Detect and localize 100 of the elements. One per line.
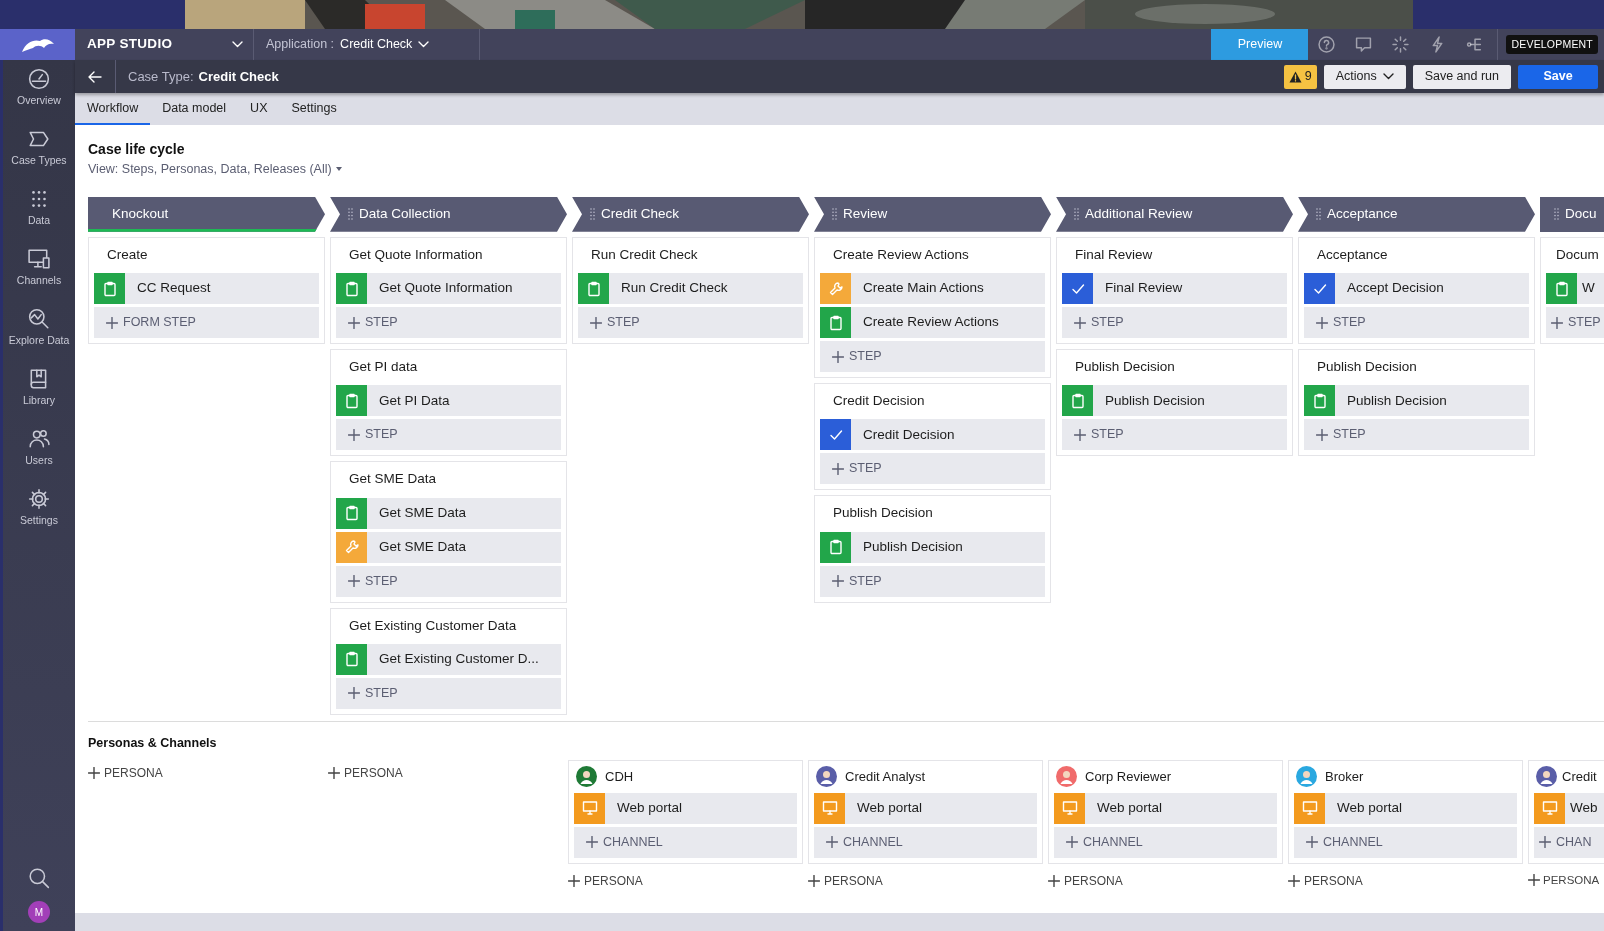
sidebar-item[interactable]: Users (3, 420, 75, 480)
save-button[interactable]: Save (1518, 64, 1598, 89)
add-step-button[interactable]: STEP (336, 677, 561, 709)
clipboard-icon (827, 539, 844, 555)
step-item[interactable]: Get SME Data (336, 497, 561, 529)
persona-name: Broker (1325, 768, 1364, 786)
add-step-button[interactable]: STEP (1062, 307, 1287, 338)
step-item[interactable]: Accept Decision (1304, 273, 1529, 304)
plus-icon (568, 874, 580, 887)
stage-header[interactable]: Credit Check (572, 196, 809, 232)
channel-item[interactable]: Web portal (814, 792, 1037, 824)
channel-item[interactable]: Web (1534, 792, 1604, 824)
plus-icon (832, 462, 844, 475)
app-switcher[interactable]: APP STUDIO (75, 29, 253, 60)
add-step-button[interactable]: FORM STEP (94, 307, 319, 338)
add-persona-button[interactable]: PERSONA (808, 867, 883, 894)
add-channel-button[interactable]: CHANNEL (814, 826, 1037, 858)
add-step-button[interactable]: STEP (1062, 419, 1287, 451)
add-step-button[interactable]: STEP (1546, 307, 1604, 338)
add-persona-button[interactable]: PERSONA (88, 759, 163, 786)
step-item[interactable]: Get Quote Information (336, 273, 561, 304)
tab[interactable]: Data model (150, 93, 239, 125)
step-item[interactable]: Credit Decision (820, 419, 1045, 451)
add-channel-button[interactable]: CHAN (1534, 826, 1604, 858)
monitor-icon (1301, 800, 1318, 817)
add-step-button[interactable]: STEP (1304, 419, 1529, 451)
step-item[interactable]: Get Existing Customer D... (336, 643, 561, 675)
process-title: Publish Decision (1316, 358, 1418, 376)
add-step-button[interactable]: STEP (336, 307, 561, 338)
process-title: Get SME Data (348, 470, 438, 489)
add-step-button[interactable]: STEP (336, 419, 561, 451)
plus-icon (348, 316, 360, 329)
add-step-button[interactable]: STEP (820, 453, 1045, 485)
plus-icon (586, 836, 598, 849)
step-item[interactable]: Create Review Actions (820, 307, 1045, 338)
actions-button[interactable]: Actions (1323, 64, 1406, 89)
stage-header[interactable]: Review (814, 196, 1051, 232)
add-persona-button[interactable]: PERSONA (328, 759, 403, 786)
tab[interactable]: UX (238, 93, 280, 125)
add-channel-button[interactable]: CHANNEL (574, 826, 797, 858)
add-persona-button[interactable]: PERSONA (1048, 867, 1123, 894)
user-avatar[interactable]: M (28, 901, 50, 923)
add-channel-button[interactable]: CHANNEL (1054, 826, 1277, 858)
step-item[interactable]: Final Review (1062, 273, 1287, 304)
step-item[interactable]: CC Request (94, 273, 319, 304)
channel-item[interactable]: Web portal (574, 792, 797, 824)
add-persona-button[interactable]: PERSONA (1528, 867, 1600, 893)
save-and-run-button[interactable]: Save and run (1412, 64, 1511, 89)
add-step-button[interactable]: STEP (1304, 307, 1529, 338)
step-item[interactable]: Get SME Data (336, 531, 561, 563)
sidebar-item[interactable]: Case Types (3, 120, 75, 180)
add-step-button[interactable]: STEP (820, 565, 1045, 597)
process-title: Create (106, 245, 149, 264)
step-item[interactable]: Publish Decision (820, 531, 1045, 563)
drag-handle-icon (590, 208, 595, 221)
stage-header[interactable]: Data Collection (330, 196, 567, 232)
process-title: Create Review Actions (832, 245, 970, 264)
step-item[interactable]: Run Credit Check (578, 273, 803, 304)
tab[interactable]: Settings (279, 93, 349, 125)
step-item[interactable]: Get PI Data (336, 385, 561, 417)
stage-header[interactable]: Knockout (88, 196, 325, 232)
monitor-icon (581, 800, 598, 817)
persona-name: Corp Reviewer (1085, 768, 1171, 786)
sidebar-item[interactable]: Library (3, 360, 75, 420)
add-channel-button[interactable]: CHANNEL (1294, 826, 1517, 858)
step-item[interactable]: W (1546, 273, 1604, 304)
process-title: Acceptance (1316, 245, 1389, 264)
channel-item[interactable]: Web portal (1294, 792, 1517, 824)
section-title: Case life cycle (88, 140, 186, 159)
clipboard-icon (585, 280, 602, 297)
step-item[interactable]: Publish Decision (1304, 385, 1529, 417)
step-item[interactable]: Create Main Actions (820, 273, 1045, 304)
stage-header[interactable]: Additional Review (1056, 196, 1293, 232)
environment-badge: DEVELOPMENT (1506, 34, 1598, 55)
chart-search-icon (28, 308, 50, 330)
stage-header[interactable]: Acceptance (1298, 196, 1535, 232)
tab[interactable]: Workflow (75, 93, 151, 125)
clipboard-icon (343, 392, 360, 409)
logo-icon (19, 36, 56, 53)
step-item[interactable]: Publish Decision (1062, 385, 1287, 417)
search-icon[interactable] (28, 867, 50, 889)
application-selector[interactable]: Application : Credit Check (254, 29, 480, 60)
sidebar-item[interactable]: Overview (3, 60, 75, 120)
add-step-button[interactable]: STEP (336, 565, 561, 597)
sidebar-item[interactable]: Channels (3, 240, 75, 300)
add-step-button[interactable]: STEP (578, 307, 803, 338)
add-persona-button[interactable]: PERSONA (568, 867, 643, 894)
warning-icon (1288, 70, 1302, 83)
warnings-button[interactable]: 9 (1283, 64, 1317, 89)
channel-item[interactable]: Web portal (1054, 792, 1277, 824)
add-persona-button[interactable]: PERSONA (1288, 867, 1363, 894)
drag-handle-icon (1316, 208, 1321, 221)
sidebar-item[interactable]: Settings (3, 480, 75, 540)
add-step-button[interactable]: STEP (820, 341, 1045, 372)
sidebar-item[interactable]: Explore Data (3, 300, 75, 360)
plus-icon (1074, 316, 1086, 329)
sidebar-item[interactable]: Data (3, 180, 75, 240)
monitor-icon (1541, 800, 1558, 817)
stage-header[interactable]: Docu (1540, 196, 1604, 232)
view-filter[interactable]: View: Steps, Personas, Data, Releases (All) (88, 160, 1604, 179)
